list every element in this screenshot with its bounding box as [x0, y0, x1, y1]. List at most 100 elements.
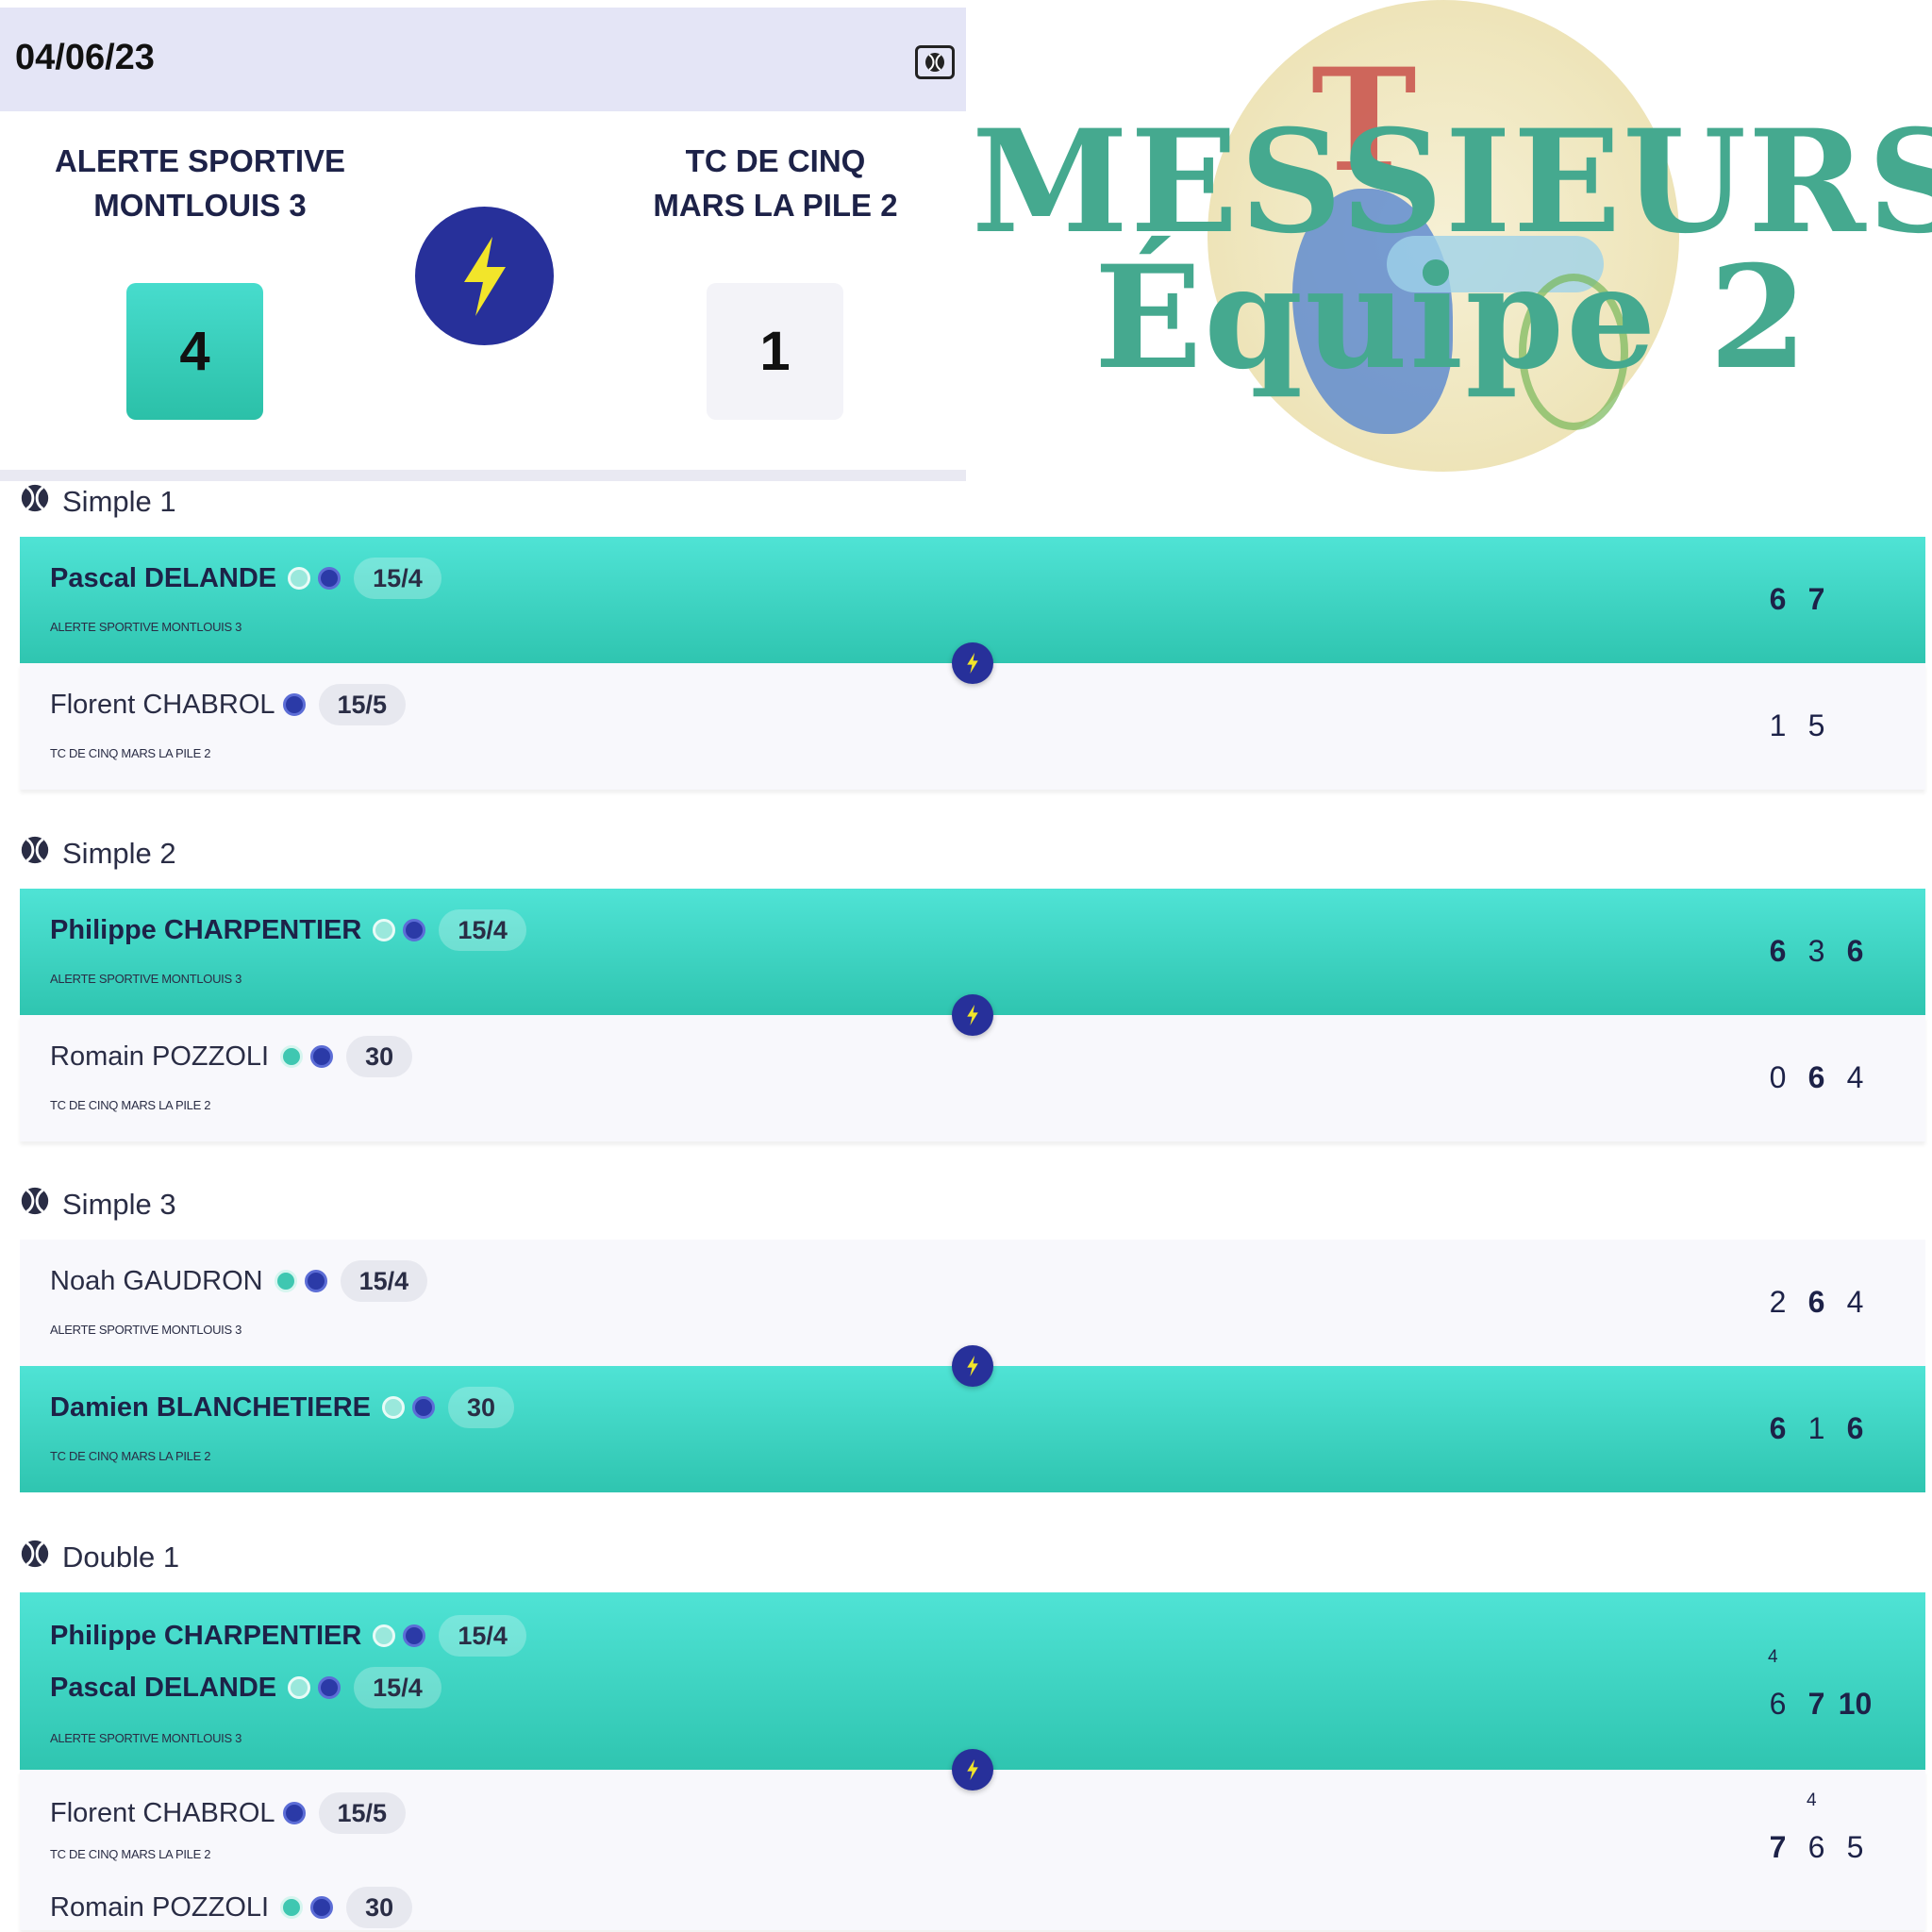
tennis-ball-icon [19, 1538, 51, 1577]
lightning-bolt-icon [952, 1345, 993, 1387]
blue-badge-icon [310, 1045, 334, 1068]
home-team-name: ALERTE SPORTIVE MONTLOUIS 3 [2, 139, 398, 227]
player-entry[interactable]: Noah GAUDRON 15/4 [50, 1260, 428, 1302]
blue-badge-icon [304, 1270, 327, 1292]
green-badge-icon [373, 1624, 396, 1647]
player-row[interactable]: Philippe CHARPENTIER 15/4 Pascal DELANDE 15… [20, 1592, 1925, 1770]
player-name[interactable]: Florent CHABROL [50, 690, 275, 721]
set-score: 5 [1846, 1830, 1864, 1864]
set-score: 7 [1807, 582, 1825, 616]
player-name[interactable]: Damien BLANCHETIERE [50, 1392, 371, 1424]
club-name: TC DE CINQ MARS LA PILE 2 [50, 1449, 211, 1463]
set-score: 64 [1768, 1647, 1787, 1721]
set-scores: 616 [1758, 1411, 1874, 1446]
banner-subtitle: Équipe 2 [1093, 235, 1810, 401]
ranking-badge: 15/5 [318, 684, 407, 725]
green-badge-icon [280, 1045, 304, 1068]
tiebreak-score: 4 [1768, 1647, 1778, 1667]
ranking-badge: 30 [448, 1387, 515, 1428]
set-scores: 7 64 5 [1758, 1790, 1874, 1865]
green-badge-icon [274, 1270, 297, 1292]
player-name[interactable]: Romain POZZOLI [50, 1041, 269, 1073]
ranking-badge: 30 [346, 1036, 413, 1077]
tiebreak-score: 4 [1807, 1790, 1817, 1810]
set-scores: 6 4 7 10 [1758, 1647, 1874, 1722]
ranking-badge: 15/4 [354, 558, 441, 599]
set-score: 7 [1807, 1687, 1825, 1721]
match-section-title: Simple 1 [19, 483, 176, 521]
match-section-title: Double 1 [19, 1539, 179, 1576]
club-name: TC DE CINQ MARS LA PILE 2 [50, 1098, 211, 1112]
lightning-bolt-icon [952, 994, 993, 1036]
player-entry[interactable]: Philippe CHARPENTIER 15/4 [50, 1615, 526, 1657]
set-score: 1 [1769, 708, 1787, 742]
set-score: 1 [1807, 1411, 1825, 1445]
player-name[interactable]: Noah GAUDRON [50, 1266, 263, 1297]
player-entry[interactable]: Romain POZZOLI 30 [50, 1036, 413, 1077]
blue-badge-icon [310, 1896, 334, 1919]
player-entry[interactable]: Florent CHABROL 15/5 [50, 1792, 407, 1834]
lightning-bolt-icon [415, 207, 554, 345]
set-scores: 636 [1758, 934, 1874, 969]
tennis-ball-icon [19, 1185, 51, 1224]
set-scores: 67 [1758, 582, 1836, 617]
set-score: 6 [1846, 1411, 1864, 1445]
set-score: 5 [1807, 708, 1825, 742]
ranking-badge: 15/4 [439, 909, 526, 951]
ranking-badge: 15/4 [340, 1260, 428, 1302]
set-score: 7 [1769, 1830, 1787, 1864]
player-name[interactable]: Philippe CHARPENTIER [50, 915, 361, 946]
green-badge-icon [288, 1676, 311, 1699]
club-name: TC DE CINQ MARS LA PILE 2 [50, 746, 211, 760]
ranking-badge: 30 [346, 1887, 413, 1928]
player-name[interactable]: Florent CHABROL [50, 1798, 275, 1829]
ranking-badge: 15/4 [439, 1615, 526, 1657]
club-name: ALERTE SPORTIVE MONTLOUIS 3 [50, 1731, 242, 1745]
club-name: ALERTE SPORTIVE MONTLOUIS 3 [50, 620, 242, 634]
player-name[interactable]: Pascal DELANDE [50, 563, 276, 594]
blue-badge-icon [282, 693, 306, 716]
set-score: 64 [1807, 1790, 1825, 1864]
player-row[interactable]: Florent CHABROL 15/5 Romain POZZOLI 30 TC DE… [20, 1770, 1925, 1930]
player-name[interactable]: Romain POZZOLI [50, 1892, 269, 1924]
tennis-ball-icon [19, 834, 51, 874]
player-entry[interactable]: Pascal DELANDE 15/4 [50, 558, 441, 599]
player-entry[interactable]: Florent CHABROL 15/5 [50, 684, 407, 725]
set-score: 4 [1846, 1060, 1864, 1094]
blue-badge-icon [318, 1676, 341, 1699]
blue-badge-icon [318, 567, 341, 590]
match-section-title: Simple 3 [19, 1186, 176, 1224]
set-score: 6 [1807, 1285, 1825, 1319]
set-score: 6 [1769, 1411, 1787, 1445]
player-entry[interactable]: Romain POZZOLI 30 [50, 1887, 413, 1928]
home-team-line2: MONTLOUIS 3 [93, 188, 307, 223]
tennis-ball-icon [19, 482, 51, 522]
tennis-ball-icon[interactable] [915, 45, 955, 79]
set-score: 6 [1846, 934, 1864, 968]
home-team-line1: ALERTE SPORTIVE [54, 143, 346, 178]
blue-badge-icon [282, 1802, 306, 1824]
blue-badge-icon [412, 1396, 435, 1419]
player-name[interactable]: Philippe CHARPENTIER [50, 1621, 361, 1652]
match-title: Simple 1 [62, 485, 176, 518]
player-entry[interactable]: Philippe CHARPENTIER 15/4 [50, 909, 526, 951]
green-badge-icon [373, 919, 396, 941]
away-team-line1: TC DE CINQ [685, 143, 866, 178]
blue-badge-icon [403, 919, 426, 941]
set-score: 0 [1769, 1060, 1787, 1094]
ranking-badge: 15/5 [318, 1792, 407, 1834]
match-date: 04/06/23 [15, 38, 155, 77]
club-name: ALERTE SPORTIVE MONTLOUIS 3 [50, 1323, 242, 1337]
banner-title: MESSIEURS [972, 99, 1932, 265]
player-name[interactable]: Pascal DELANDE [50, 1673, 276, 1704]
match-section-title: Simple 2 [19, 835, 176, 873]
match-title: Simple 3 [62, 1188, 176, 1221]
match-title: Double 1 [62, 1541, 180, 1574]
player-entry[interactable]: Pascal DELANDE 15/4 [50, 1667, 441, 1708]
match-title: Simple 2 [62, 837, 176, 870]
player-entry[interactable]: Damien BLANCHETIERE 30 [50, 1387, 515, 1428]
ranking-badge: 15/4 [354, 1667, 441, 1708]
set-scores: 15 [1758, 708, 1836, 743]
blue-badge-icon [403, 1624, 426, 1647]
set-score: 3 [1807, 934, 1825, 968]
